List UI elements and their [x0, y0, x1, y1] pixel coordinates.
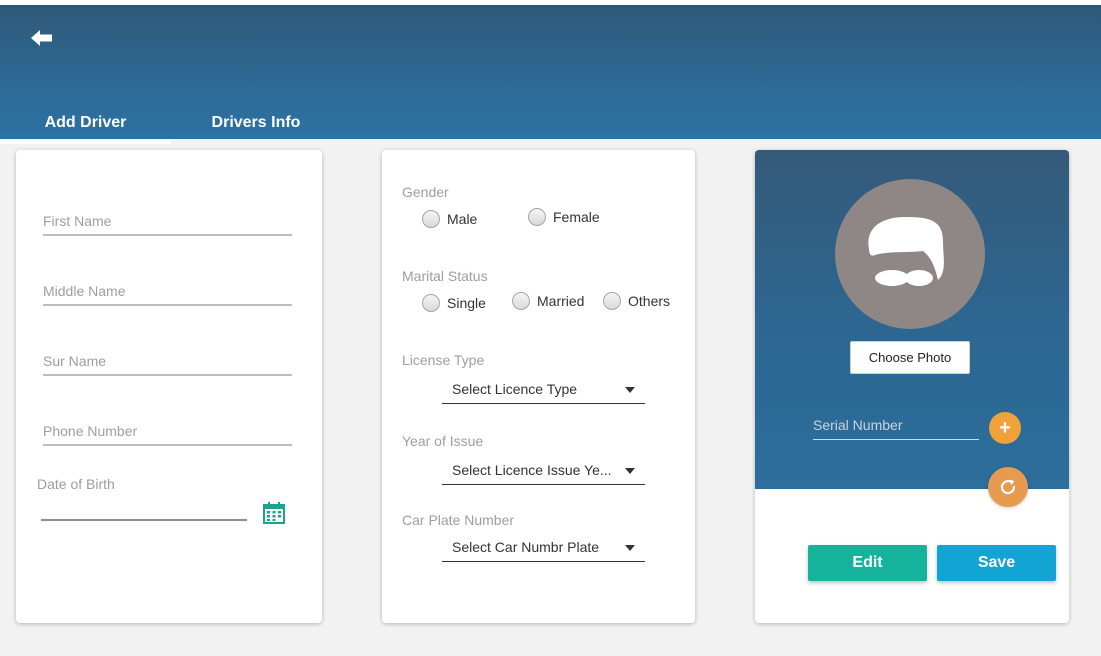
calendar-button[interactable]	[263, 502, 285, 524]
tab-add-driver[interactable]: Add Driver	[0, 113, 171, 143]
chevron-down-icon	[625, 545, 635, 551]
back-arrow-icon	[31, 30, 52, 46]
radio-label: Male	[447, 211, 478, 227]
date-of-birth-label: Date of Birth	[37, 476, 115, 492]
photo-panel: Choose Photo +	[755, 150, 1069, 489]
radio-label: Female	[553, 209, 600, 225]
year-of-issue-label: Year of Issue	[402, 433, 484, 449]
calendar-icon	[263, 502, 285, 524]
first-name-field	[43, 208, 292, 236]
gender-male-radio[interactable]: Male	[422, 210, 477, 228]
license-type-select[interactable]: Select Licence Type	[442, 376, 645, 404]
add-serial-button[interactable]: +	[989, 412, 1021, 444]
phone-number-field	[43, 418, 292, 446]
save-button[interactable]: Save	[937, 545, 1056, 581]
avatar-icon	[868, 217, 944, 286]
radio-label: Others	[628, 293, 671, 309]
plus-icon: +	[999, 416, 1011, 439]
sur-name-field	[43, 348, 292, 376]
marital-others-radio[interactable]: Others	[603, 292, 670, 310]
gender-label: Gender	[402, 184, 449, 200]
license-type-value: Select Licence Type	[452, 381, 578, 397]
marital-radio-group-2: Married	[512, 292, 584, 310]
marital-radio-group-3: Others	[603, 292, 670, 310]
chevron-down-icon	[625, 468, 635, 474]
gender-radio-group-2: Female	[528, 208, 600, 226]
radio-label: Married	[537, 293, 585, 309]
year-of-issue-select[interactable]: Select Licence Issue Ye...	[442, 457, 645, 485]
gender-female-radio[interactable]: Female	[528, 208, 600, 226]
refresh-icon	[1000, 479, 1016, 495]
middle-name-field	[43, 278, 292, 306]
car-plate-value: Select Car Numbr Plate	[452, 539, 600, 555]
radio-circle	[603, 292, 621, 310]
chevron-down-icon	[625, 387, 635, 393]
radio-circle	[422, 294, 440, 312]
marital-status-label: Marital Status	[402, 268, 488, 284]
marital-radio-group: Single	[422, 294, 486, 312]
date-of-birth-input[interactable]	[41, 519, 247, 521]
sur-name-input[interactable]	[43, 348, 292, 374]
radio-circle	[512, 292, 530, 310]
choose-photo-button[interactable]: Choose Photo	[850, 341, 970, 374]
first-name-input[interactable]	[43, 208, 292, 234]
marital-married-radio[interactable]: Married	[512, 292, 584, 310]
photo-card: Choose Photo + Edit Save	[755, 150, 1069, 623]
back-button[interactable]	[28, 27, 56, 55]
personal-info-card: Date of Birth	[16, 150, 322, 623]
middle-name-input[interactable]	[43, 278, 292, 304]
car-plate-label: Car Plate Number	[402, 512, 515, 528]
radio-label: Single	[447, 295, 486, 311]
driver-details-card: Gender Male Female Marital Status Single…	[382, 150, 695, 623]
active-tab-indicator	[0, 140, 171, 144]
radio-circle	[528, 208, 546, 226]
marital-single-radio[interactable]: Single	[422, 294, 486, 312]
year-of-issue-value: Select Licence Issue Ye...	[452, 462, 612, 478]
tab-drivers-info[interactable]: Drivers Info	[171, 113, 341, 143]
gender-radio-group: Male	[422, 210, 477, 228]
radio-circle	[422, 210, 440, 228]
refresh-button[interactable]	[988, 467, 1028, 507]
edit-button[interactable]: Edit	[808, 545, 927, 581]
avatar	[835, 179, 985, 329]
car-plate-select[interactable]: Select Car Numbr Plate	[442, 534, 645, 562]
serial-number-field	[813, 412, 979, 440]
app-header: Add Driver Drivers Info	[0, 5, 1101, 144]
serial-number-input[interactable]	[813, 412, 979, 438]
phone-number-input[interactable]	[43, 418, 292, 444]
license-type-label: License Type	[402, 352, 485, 368]
